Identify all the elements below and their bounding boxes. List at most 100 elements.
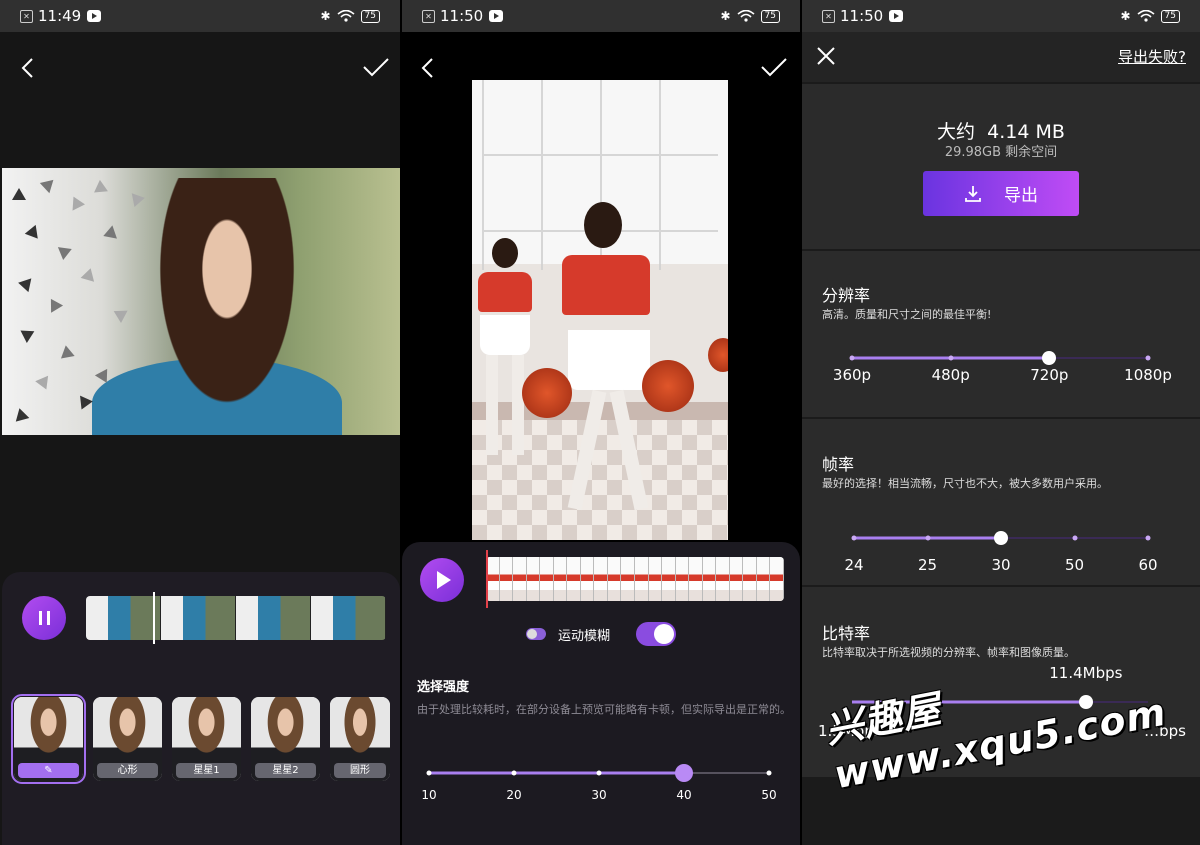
pause-icon: [38, 611, 50, 625]
triangle-shard: [12, 188, 26, 200]
timeline-frame: [729, 557, 744, 601]
resolution-section: [802, 251, 1200, 417]
bitrate-slider[interactable]: [852, 692, 1148, 712]
framerate-tick-dot[interactable]: [925, 535, 930, 541]
motion-blur-label: 运动模糊: [557, 628, 610, 644]
download-icon: [965, 185, 981, 202]
sim-icon: ✕: [822, 9, 835, 23]
strength-tick-dot[interactable]: [596, 770, 602, 776]
timeline-frame: [594, 557, 608, 601]
battery-indicator: 75: [1160, 9, 1180, 23]
timeline-playhead[interactable]: [153, 592, 155, 644]
wifi-icon: [337, 10, 355, 22]
timeline-frame: [689, 557, 703, 601]
bluetooth-icon: ✱: [320, 9, 331, 23]
strength-tick-dot[interactable]: [426, 770, 432, 776]
framerate-tick-dot[interactable]: [851, 535, 857, 541]
resolution-tick-label: 360p: [832, 366, 872, 384]
effect-item-circle[interactable]: 圆形: [330, 697, 390, 781]
timeline-frame: [716, 557, 730, 601]
back-icon[interactable]: [18, 56, 38, 80]
resolution-desc: 高清。质量和尺寸之间的最佳平衡!: [822, 308, 992, 321]
effect-label: 星星2: [255, 763, 316, 778]
strength-tick-label: 40: [676, 788, 692, 802]
strength-slider-knob[interactable]: [675, 764, 693, 782]
timeline-frame: [770, 557, 784, 601]
strength-slider[interactable]: [426, 762, 772, 784]
status-time: 11:50: [440, 7, 484, 25]
video-preview: [472, 80, 728, 540]
framerate-slider-knob[interactable]: [994, 531, 1008, 545]
play-button[interactable]: [420, 558, 464, 602]
status-time: 11:50: [840, 7, 884, 25]
timeline-frame: [553, 557, 568, 601]
timeline-frame: [486, 557, 500, 601]
back-icon[interactable]: [418, 56, 438, 80]
screen-record-icon: [889, 10, 904, 22]
motion-blur-indicator-icon: [525, 628, 546, 640]
timeline-playhead[interactable]: [486, 550, 488, 608]
pompom: [642, 360, 694, 412]
status-bar: ✕ 11:50 ✱ 75: [802, 0, 1200, 32]
export-button[interactable]: 导出: [923, 171, 1079, 216]
motion-blur-toggle[interactable]: [636, 622, 676, 646]
video-preview: [2, 168, 400, 435]
edit-pencil-icon: ✎: [44, 765, 53, 776]
strength-tick-label: 30: [591, 788, 607, 802]
pause-button[interactable]: [22, 596, 66, 640]
resolution-tick-dot[interactable]: [849, 355, 855, 361]
triangle-shard: [72, 196, 86, 212]
confirm-check-icon[interactable]: [362, 56, 390, 78]
status-time: 11:49: [38, 7, 82, 25]
timeline-frame: [499, 557, 514, 601]
bitrate-slider-knob[interactable]: [1078, 695, 1093, 709]
export-failed-link[interactable]: 导出失败?: [1118, 46, 1186, 67]
effect-item-star1[interactable]: 星星1: [172, 697, 241, 781]
framerate-tick-dot[interactable]: [1072, 535, 1077, 541]
bitrate-title: 比特率: [822, 624, 871, 643]
wifi-icon: [737, 10, 755, 22]
timeline-frame: [675, 557, 690, 601]
video-timeline-strip[interactable]: [86, 596, 386, 640]
resolution-slider[interactable]: [849, 348, 1151, 368]
strength-tick-label: 50: [761, 788, 777, 802]
effect-item-shatter[interactable]: ✎: [11, 694, 86, 784]
framerate-title: 帧率: [822, 455, 855, 474]
strength-tick-dot[interactable]: [511, 770, 517, 776]
effect-item-star2[interactable]: 星星2: [251, 697, 320, 781]
resolution-tick-label: 1080p: [1124, 366, 1172, 384]
close-icon[interactable]: [816, 46, 836, 66]
effect-editor-screen: ✕ 11:49 ✱ 75 ✎ 心形 星星1 星星2 圆形: [0, 0, 400, 845]
strength-tick-dot[interactable]: [766, 770, 772, 776]
effect-item-heart[interactable]: 心形: [93, 697, 162, 781]
resolution-tick-dot[interactable]: [1145, 355, 1151, 361]
bitrate-section: [802, 587, 1200, 777]
triangle-shard: [56, 247, 72, 261]
timeline-frame: [580, 557, 595, 601]
framerate-tick-label: 60: [1138, 556, 1158, 574]
timeline-frame: [648, 557, 663, 601]
estimated-size: 大约 4.14 MB: [937, 121, 1065, 143]
screen-record-icon: [87, 10, 102, 22]
motion-blur-row: 运动模糊: [402, 622, 800, 646]
sim-icon: ✕: [20, 9, 33, 23]
framerate-tick-label: 24: [844, 556, 864, 574]
video-timeline-strip[interactable]: [486, 557, 784, 601]
strength-note: 由于处理比较耗时，在部分设备上预览可能略有卡顿，但实际导出是正常的。: [417, 703, 791, 716]
resolution-tick-label: 720p: [1030, 366, 1069, 384]
framerate-tick-dot[interactable]: [1145, 535, 1151, 541]
confirm-check-icon[interactable]: [760, 56, 788, 78]
timeline-frame: [513, 557, 527, 601]
portrait-image: [142, 178, 312, 435]
framerate-tick-label: 50: [1064, 556, 1085, 574]
sim-icon: ✕: [422, 9, 435, 23]
pompom: [522, 368, 572, 418]
triangle-shard: [131, 190, 147, 208]
bitrate-current-value: 11.4Mbps: [1049, 664, 1123, 682]
framerate-slider[interactable]: [851, 528, 1151, 548]
framerate-desc: 最好的选择！相当流畅，尺寸也不大，被大多数用户采用。: [822, 477, 1108, 490]
resolution-tick-dot[interactable]: [948, 355, 954, 361]
effect-label: 圆形: [334, 763, 386, 778]
strength-slider-fill: [429, 771, 684, 775]
resolution-slider-knob[interactable]: [1042, 351, 1057, 365]
